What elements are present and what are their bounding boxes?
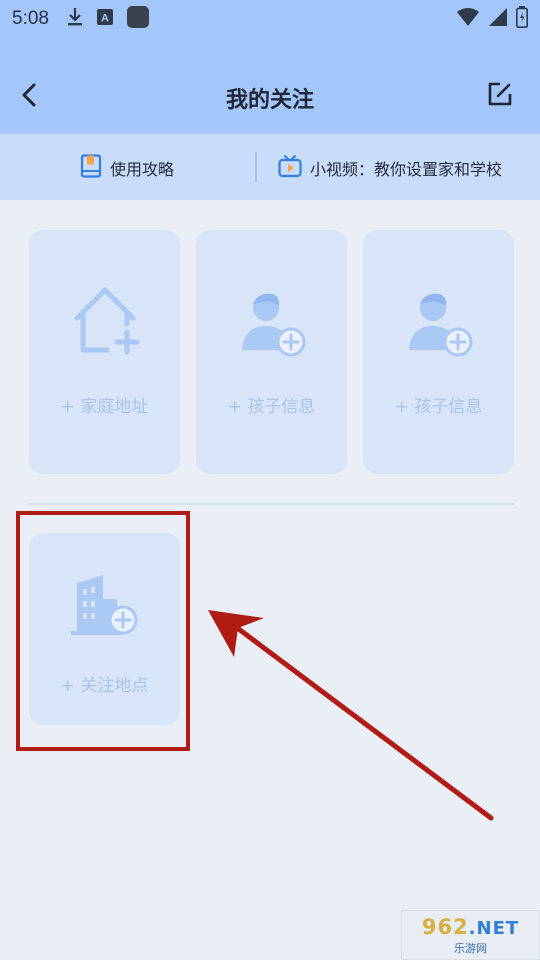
font-a-icon: A (96, 9, 113, 29)
app-square-icon (126, 6, 149, 32)
status-bar: 5:08 A (0, 0, 540, 38)
child-info-card-2[interactable]: + 孩子信息 (363, 230, 514, 474)
follow-place-label: + 关注地点 (60, 676, 149, 696)
wifi-icon (456, 7, 480, 31)
signal-icon (488, 7, 508, 31)
info-divider (255, 152, 257, 182)
info-bar: 使用攻略 小视频：教你设置家和学校 (0, 134, 540, 200)
guide-link[interactable]: 使用攻略 (80, 154, 174, 182)
child-info-card-1[interactable]: + 孩子信息 (196, 230, 347, 474)
watermark-logo: 962.NET 乐游网 (401, 910, 540, 960)
watermark-sub: 乐游网 (454, 941, 487, 955)
battery-icon (516, 6, 528, 32)
video-label: 小视频：教你设置家和学校 (310, 160, 503, 179)
guide-label: 使用攻略 (110, 160, 175, 179)
building-add-icon (69, 573, 141, 643)
child-info-label-2: + 孩子信息 (394, 397, 483, 417)
home-address-label: + 家庭地址 (60, 397, 149, 417)
child-info-label-1: + 孩子信息 (227, 397, 316, 417)
edit-button[interactable] (486, 82, 514, 110)
status-time: 5:08 (12, 8, 49, 29)
watermark-brand: 962 (421, 914, 469, 939)
section-divider (28, 503, 514, 505)
follow-place-card[interactable]: + 关注地点 (29, 533, 180, 725)
watermark-brand-suffix: .NET (468, 917, 520, 939)
svg-text:A: A (101, 13, 109, 25)
home-address-card[interactable]: + 家庭地址 (29, 230, 180, 474)
page-title: 我的关注 (225, 88, 314, 113)
child-add-icon (403, 282, 475, 362)
download-icon (67, 7, 83, 31)
video-link[interactable]: 小视频：教你设置家和学校 (278, 154, 502, 182)
home-add-icon (69, 282, 141, 362)
child-add-icon (236, 282, 308, 362)
edit-icon (487, 81, 513, 111)
book-icon (80, 154, 102, 182)
tv-icon (278, 154, 302, 182)
app-header: 我的关注 (0, 38, 540, 134)
